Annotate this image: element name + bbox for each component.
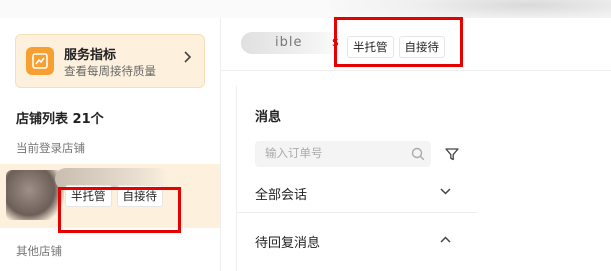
other-stores-label: 其他店铺 [16,244,62,258]
filter-icon[interactable] [445,146,459,165]
service-card-title: 服务指标 [64,48,117,63]
all-conversations-row[interactable]: 全部会话 [255,184,465,203]
annotation-box-left [58,187,181,233]
chevron-up-icon [440,232,451,246]
pending-reply-row[interactable]: 待回复消息 [255,232,465,251]
service-card-subtitle: 查看每周接待质量 [64,64,156,78]
pending-reply-label: 待回复消息 [255,236,321,251]
order-search-input[interactable] [263,145,407,161]
divider [237,212,477,213]
service-metrics-card[interactable]: 服务指标 查看每周接待质量 [15,34,205,88]
messages-title: 消息 [255,110,282,125]
annotation-box-top [334,17,463,67]
trend-chart-icon [26,47,54,75]
left-panel: 服务指标 查看每周接待质量 店铺列表 21个 当前登录店铺 其他店铺 [0,18,221,271]
store-list-title: 店铺列表 21个 [16,112,104,127]
chevron-down-icon [440,184,451,198]
current-store-label: 当前登录店铺 [16,141,85,155]
store-name-fragment: ible [275,35,303,50]
message-panel: 消息 全部会话 待回复消息 [236,86,478,271]
all-conversations-label: 全部会话 [255,188,308,203]
chevron-right-icon [184,51,192,67]
order-search-box [255,141,431,167]
search-icon[interactable] [411,146,425,165]
conversation-area [477,86,611,271]
